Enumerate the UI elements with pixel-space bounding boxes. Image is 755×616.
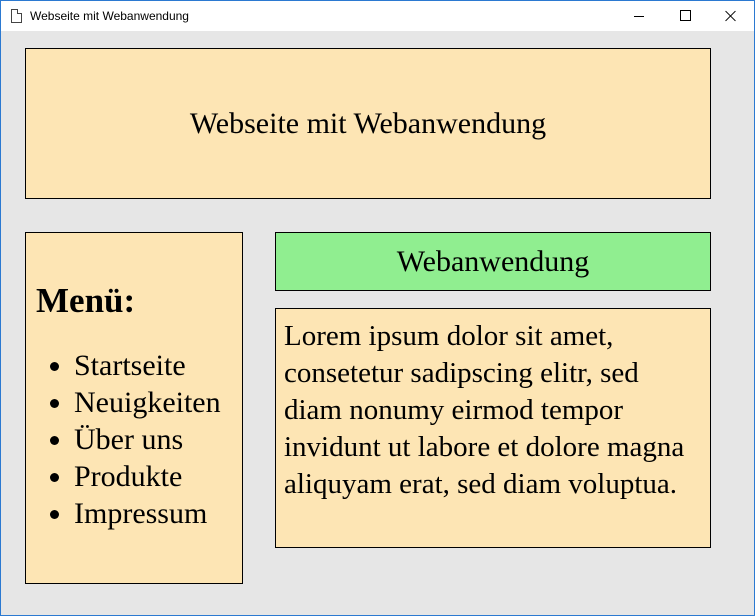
app-content: Lorem ipsum dolor sit amet, consetetur s… [275, 308, 711, 548]
page-header: Webseite mit Webanwendung [25, 48, 711, 199]
maximize-button[interactable] [662, 1, 708, 31]
menu-item-neuigkeiten[interactable]: Neuigkeiten [74, 384, 232, 421]
app-header: Webanwendung [275, 232, 711, 291]
minimize-button[interactable] [616, 1, 662, 31]
menu-item-startseite[interactable]: Startseite [74, 347, 232, 384]
menu-item-produkte[interactable]: Produkte [74, 458, 232, 495]
maximize-icon [680, 10, 691, 21]
title-bar[interactable]: Webseite mit Webanwendung [1, 1, 754, 31]
app-title: Webanwendung [396, 244, 590, 278]
app-text: Lorem ipsum dolor sit amet, consetetur s… [284, 320, 685, 500]
app-window: Webseite mit Webanwendung Webseite mit W… [0, 0, 755, 616]
menu-heading: Menü: [36, 281, 136, 320]
navigation-menu: Menü: Startseite Neuigkeiten Über uns Pr… [25, 232, 243, 584]
menu-item-ueber-uns[interactable]: Über uns [74, 421, 232, 458]
page-title: Webseite mit Webanwendung [189, 106, 547, 140]
page-content: Webseite mit Webanwendung Menü: Startsei… [1, 31, 754, 615]
close-button[interactable] [708, 1, 754, 31]
menu-list: Startseite Neuigkeiten Über uns Produkte… [36, 347, 232, 532]
menu-item-impressum[interactable]: Impressum [74, 495, 232, 532]
document-icon [11, 9, 22, 23]
close-icon [725, 10, 737, 22]
window-title: Webseite mit Webanwendung [30, 9, 189, 23]
minimize-icon [634, 16, 644, 17]
